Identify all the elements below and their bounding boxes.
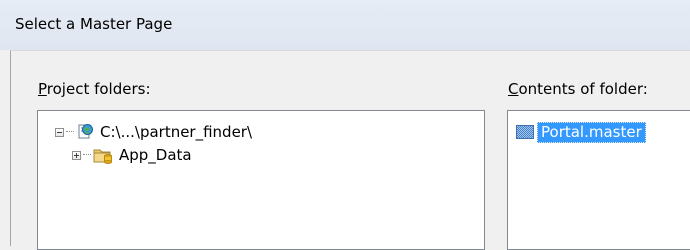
tree-item-label: C:\...\partner_finder\ [100,123,253,141]
project-folders-accesskey: P [38,80,47,98]
collapse-icon[interactable] [55,127,64,137]
project-folders-label: Project folders: [38,80,151,98]
tree-connector [83,154,91,156]
contents-of-folder-label-text: ontents of folder: [518,80,648,98]
file-item-portal-master[interactable]: Portal.master [516,121,646,143]
contents-of-folder-label: Contents of folder: [508,80,648,98]
data-folder-icon [93,146,113,164]
project-folders-label-text: roject folders: [46,80,151,98]
dialog-title: Select a Master Page [15,15,173,33]
master-page-icon [516,124,534,140]
tree-connector [66,131,74,133]
folder-contents-list[interactable]: Portal.master [507,110,690,250]
title-bar: Select a Master Page [0,0,690,50]
expand-icon[interactable] [72,150,81,160]
project-folders-tree[interactable]: C:\...\partner_finder\ App_Data [37,110,485,250]
tree-item-label: App_Data [119,146,192,164]
tree-item-partner-finder[interactable]: C:\...\partner_finder\ [55,121,252,143]
web-project-icon [76,123,94,141]
tree-item-app-data[interactable]: App_Data [72,144,192,166]
contents-of-folder-accesskey: C [508,80,519,98]
file-name: Portal.master [537,121,646,143]
